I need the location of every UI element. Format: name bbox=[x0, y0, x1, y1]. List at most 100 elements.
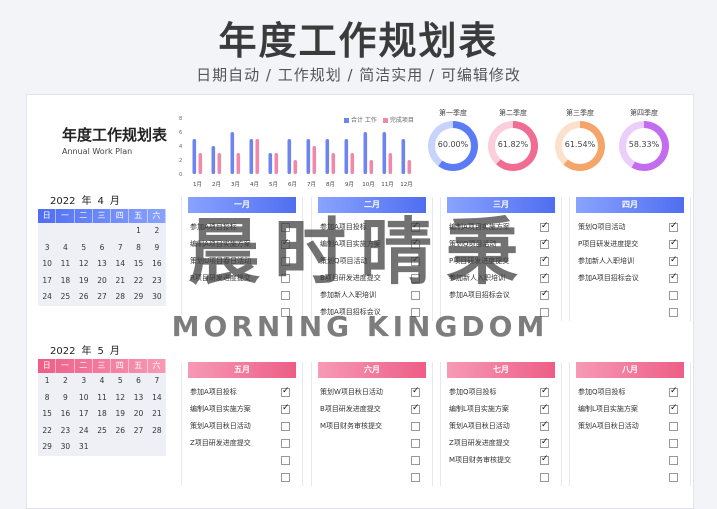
day-cell[interactable]: 21 bbox=[148, 406, 166, 423]
day-cell[interactable]: 1 bbox=[129, 223, 147, 240]
task-checkbox[interactable] bbox=[540, 308, 549, 317]
day-cell[interactable]: 26 bbox=[75, 289, 93, 306]
day-cell[interactable] bbox=[111, 223, 129, 240]
day-cell[interactable]: 18 bbox=[56, 273, 74, 290]
day-cell[interactable]: 12 bbox=[111, 390, 129, 407]
task-checkbox[interactable] bbox=[281, 223, 290, 232]
day-cell[interactable]: 29 bbox=[129, 289, 147, 306]
day-cell[interactable]: 3 bbox=[38, 240, 56, 257]
task-checkbox[interactable] bbox=[669, 456, 678, 465]
day-cell[interactable]: 15 bbox=[129, 256, 147, 273]
day-cell[interactable]: 20 bbox=[93, 273, 111, 290]
day-cell[interactable]: 10 bbox=[38, 256, 56, 273]
day-cell[interactable]: 22 bbox=[129, 273, 147, 290]
task-checkbox[interactable] bbox=[411, 308, 420, 317]
task-checkbox[interactable] bbox=[281, 473, 290, 482]
day-cell[interactable]: 11 bbox=[93, 390, 111, 407]
day-cell[interactable]: 13 bbox=[129, 390, 147, 407]
day-cell[interactable]: 6 bbox=[93, 240, 111, 257]
day-cell[interactable]: 9 bbox=[148, 240, 166, 257]
day-cell[interactable]: 8 bbox=[129, 240, 147, 257]
day-cell[interactable]: 24 bbox=[75, 423, 93, 440]
task-checkbox[interactable] bbox=[411, 240, 420, 249]
day-cell[interactable]: 17 bbox=[75, 406, 93, 423]
task-checkbox[interactable] bbox=[281, 240, 290, 249]
day-cell[interactable] bbox=[38, 223, 56, 240]
task-checkbox[interactable] bbox=[411, 405, 420, 414]
day-cell[interactable]: 22 bbox=[38, 423, 56, 440]
task-checkbox[interactable] bbox=[411, 439, 420, 448]
task-checkbox[interactable] bbox=[411, 274, 420, 283]
day-cell[interactable]: 20 bbox=[129, 406, 147, 423]
day-cell[interactable]: 10 bbox=[75, 390, 93, 407]
day-cell[interactable]: 19 bbox=[111, 406, 129, 423]
task-checkbox[interactable] bbox=[281, 291, 290, 300]
day-cell[interactable] bbox=[93, 223, 111, 240]
task-checkbox[interactable] bbox=[281, 274, 290, 283]
task-checkbox[interactable] bbox=[411, 223, 420, 232]
day-cell[interactable] bbox=[56, 223, 74, 240]
day-cell[interactable]: 30 bbox=[56, 439, 74, 456]
task-checkbox[interactable] bbox=[281, 257, 290, 266]
day-cell[interactable]: 24 bbox=[38, 289, 56, 306]
day-cell[interactable]: 25 bbox=[56, 289, 74, 306]
task-checkbox[interactable] bbox=[411, 388, 420, 397]
task-checkbox[interactable] bbox=[411, 473, 420, 482]
task-checkbox[interactable] bbox=[281, 456, 290, 465]
day-cell[interactable]: 9 bbox=[56, 390, 74, 407]
task-checkbox[interactable] bbox=[540, 291, 549, 300]
day-cell[interactable]: 23 bbox=[56, 423, 74, 440]
task-checkbox[interactable] bbox=[669, 473, 678, 482]
task-checkbox[interactable] bbox=[669, 422, 678, 431]
day-cell[interactable]: 2 bbox=[56, 373, 74, 390]
task-checkbox[interactable] bbox=[669, 291, 678, 300]
task-checkbox[interactable] bbox=[411, 291, 420, 300]
day-cell[interactable]: 27 bbox=[129, 423, 147, 440]
task-checkbox[interactable] bbox=[669, 308, 678, 317]
day-cell[interactable] bbox=[75, 223, 93, 240]
task-checkbox[interactable] bbox=[281, 439, 290, 448]
task-checkbox[interactable] bbox=[540, 422, 549, 431]
task-checkbox[interactable] bbox=[669, 257, 678, 266]
day-cell[interactable]: 28 bbox=[111, 289, 129, 306]
day-cell[interactable]: 25 bbox=[93, 423, 111, 440]
day-cell[interactable]: 14 bbox=[148, 390, 166, 407]
day-cell[interactable]: 29 bbox=[38, 439, 56, 456]
day-cell[interactable]: 28 bbox=[148, 423, 166, 440]
day-cell[interactable]: 23 bbox=[148, 273, 166, 290]
day-cell[interactable]: 13 bbox=[93, 256, 111, 273]
task-checkbox[interactable] bbox=[540, 257, 549, 266]
day-cell[interactable]: 27 bbox=[93, 289, 111, 306]
day-cell[interactable]: 4 bbox=[56, 240, 74, 257]
day-cell[interactable]: 3 bbox=[75, 373, 93, 390]
day-cell[interactable]: 30 bbox=[148, 289, 166, 306]
day-cell[interactable]: 12 bbox=[75, 256, 93, 273]
task-checkbox[interactable] bbox=[540, 456, 549, 465]
day-cell[interactable]: 8 bbox=[38, 390, 56, 407]
task-checkbox[interactable] bbox=[669, 223, 678, 232]
day-cell[interactable]: 4 bbox=[93, 373, 111, 390]
task-checkbox[interactable] bbox=[669, 240, 678, 249]
day-cell[interactable]: 7 bbox=[111, 240, 129, 257]
day-cell[interactable]: 17 bbox=[38, 273, 56, 290]
task-checkbox[interactable] bbox=[540, 240, 549, 249]
day-cell[interactable]: 6 bbox=[129, 373, 147, 390]
task-checkbox[interactable] bbox=[540, 405, 549, 414]
day-cell[interactable]: 16 bbox=[148, 256, 166, 273]
task-checkbox[interactable] bbox=[281, 405, 290, 414]
day-cell[interactable]: 31 bbox=[75, 439, 93, 456]
task-checkbox[interactable] bbox=[281, 308, 290, 317]
day-cell[interactable]: 21 bbox=[111, 273, 129, 290]
task-checkbox[interactable] bbox=[540, 439, 549, 448]
day-cell[interactable]: 15 bbox=[38, 406, 56, 423]
task-checkbox[interactable] bbox=[669, 388, 678, 397]
day-cell[interactable]: 5 bbox=[111, 373, 129, 390]
task-checkbox[interactable] bbox=[281, 422, 290, 431]
day-cell[interactable]: 7 bbox=[148, 373, 166, 390]
task-checkbox[interactable] bbox=[540, 473, 549, 482]
day-cell[interactable]: 19 bbox=[75, 273, 93, 290]
task-checkbox[interactable] bbox=[669, 274, 678, 283]
task-checkbox[interactable] bbox=[540, 274, 549, 283]
task-checkbox[interactable] bbox=[669, 439, 678, 448]
day-cell[interactable]: 26 bbox=[111, 423, 129, 440]
